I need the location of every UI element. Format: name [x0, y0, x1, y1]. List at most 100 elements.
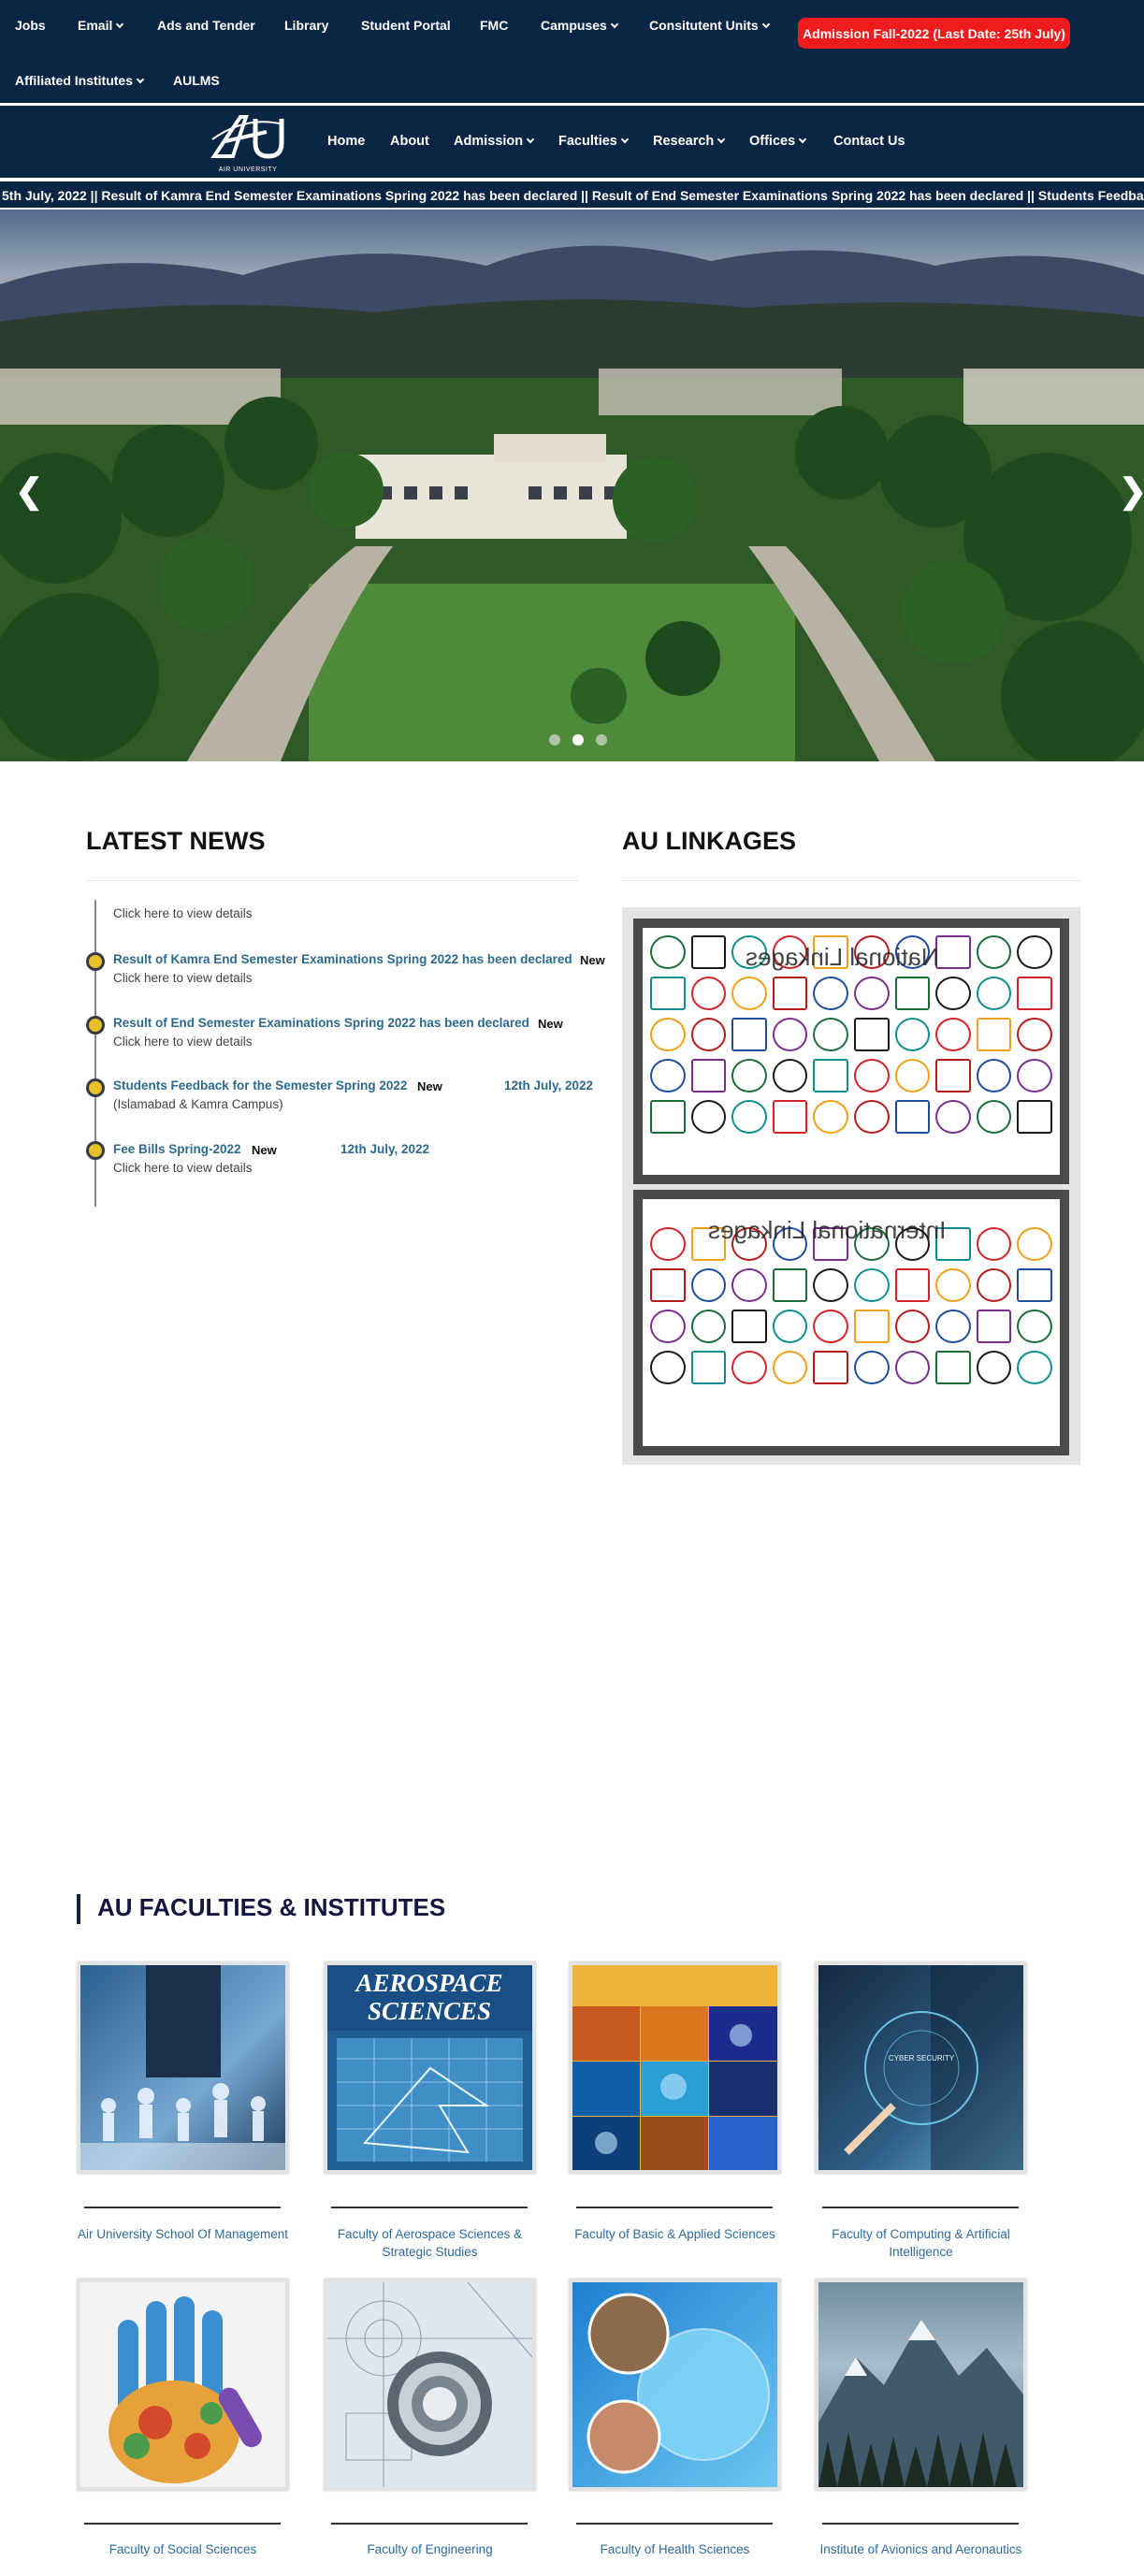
partner-logo: [853, 1351, 890, 1384]
partner-logo: [935, 1059, 971, 1093]
mainnav-offices[interactable]: Offices: [749, 134, 807, 149]
nav-library[interactable]: Library: [284, 18, 328, 33]
news-item-date: 12th July, 2022: [340, 1142, 430, 1156]
partner-logo: [772, 1268, 808, 1302]
painted-hand-image: [109, 2296, 262, 2483]
partner-logo: [1017, 1100, 1052, 1134]
partner-logo: [650, 1227, 686, 1261]
partner-logo: [690, 977, 727, 1010]
mainnav-about[interactable]: About: [390, 134, 429, 149]
faculty-label[interactable]: Faculty of Aerospace Sciences & Strategi…: [324, 2225, 536, 2261]
news-item-title[interactable]: Result of End Semester Examinations Spri…: [113, 1016, 529, 1030]
carousel-dot-3[interactable]: [596, 734, 607, 745]
admission-fall-2022-button[interactable]: Admission Fall-2022 (Last Date: 25th Jul…: [798, 18, 1070, 49]
ticker-text[interactable]: 5th July, 2022 || Result of Kamra End Se…: [2, 188, 1144, 203]
news-item-sub[interactable]: Click here to view details: [113, 1035, 253, 1049]
faculty-card-image-health[interactable]: [569, 2279, 781, 2491]
partner-logo: [976, 1227, 1012, 1261]
partner-logo: [690, 1268, 727, 1302]
faculty-label[interactable]: Institute of Avionics and Aeronautics: [815, 2540, 1027, 2558]
partner-logo: [731, 977, 767, 1010]
svg-text:SCIENCES: SCIENCES: [368, 1997, 491, 2025]
faculty-label[interactable]: Air University School Of Management: [77, 2225, 289, 2243]
partner-logos-grid: [650, 1227, 1052, 1384]
partner-logo: [935, 1268, 971, 1302]
svg-text:CYBER SECURITY: CYBER SECURITY: [889, 2054, 955, 2062]
nav-student-portal[interactable]: Student Portal: [361, 18, 451, 33]
faculty-card-image-aerospace[interactable]: AEROSPACE SCIENCES: [324, 1961, 536, 2174]
national-linkages-image[interactable]: National Linkages: [633, 919, 1069, 1184]
mainnav-admission[interactable]: Admission: [454, 134, 535, 149]
carousel-next-arrow[interactable]: ❯: [1119, 471, 1144, 511]
nav-consitutent-units[interactable]: Consitutent Units: [649, 18, 770, 33]
partner-logo: [976, 1018, 1012, 1051]
partner-logo: [731, 1268, 767, 1302]
partner-logo: [935, 935, 971, 969]
card-divider: [822, 2207, 1019, 2208]
partner-logo: [650, 1268, 686, 1302]
partner-logo: [1017, 1268, 1052, 1302]
partner-logo: [976, 1268, 1012, 1302]
partner-logo: [690, 1059, 727, 1093]
mainnav-home[interactable]: Home: [327, 134, 365, 149]
mainnav-research[interactable]: Research: [653, 134, 726, 149]
partner-logo: [1017, 1310, 1052, 1343]
partner-logo: [772, 977, 808, 1010]
news-item-sub[interactable]: Click here to view details: [113, 1161, 253, 1175]
partner-logo: [853, 1059, 890, 1093]
faculty-label[interactable]: Faculty of Basic & Applied Sciences: [569, 2225, 781, 2243]
nav-ads-and-tender[interactable]: Ads and Tender: [157, 18, 255, 33]
nav-affiliated-institutes[interactable]: Affiliated Institutes: [15, 73, 145, 88]
nav-fmc[interactable]: FMC: [480, 18, 508, 33]
mainnav-contact-us[interactable]: Contact Us: [833, 134, 905, 149]
carousel-dot-1[interactable]: [549, 734, 560, 745]
faculty-label[interactable]: Faculty of Engineering: [324, 2540, 536, 2558]
mainnav-faculties[interactable]: Faculties: [558, 134, 630, 149]
news-item-title[interactable]: Fee Bills Spring-2022: [113, 1142, 241, 1156]
faculty-card-image-social[interactable]: [77, 2279, 289, 2491]
news-item-title[interactable]: Students Feedback for the Semester Sprin…: [113, 1078, 407, 1093]
logo-emblem-icon: [210, 115, 284, 159]
news-item-title[interactable]: Result of Kamra End Semester Examination…: [113, 952, 572, 966]
faculty-card-image-avionics[interactable]: [815, 2279, 1027, 2491]
latest-news-heading: LATEST NEWS: [86, 827, 266, 855]
carousel-dot-2[interactable]: [572, 734, 584, 745]
partner-logo: [935, 1351, 971, 1384]
chevron-down-icon: [136, 75, 145, 84]
news-item-sub[interactable]: Click here to view details: [113, 971, 253, 985]
partner-logo: [1017, 1018, 1052, 1051]
faculty-card-image-engineering[interactable]: [324, 2279, 536, 2491]
partner-logo: [935, 1100, 971, 1134]
partner-logo: [813, 1268, 848, 1302]
news-top-sub[interactable]: Click here to view details: [113, 906, 253, 920]
faculty-card-image-basic-applied[interactable]: [569, 1961, 781, 2174]
svg-text:AEROSPACE: AEROSPACE: [354, 1969, 502, 1997]
carousel-prev-arrow[interactable]: ❮: [15, 471, 43, 511]
faculty-label[interactable]: Faculty of Health Sciences: [569, 2540, 781, 2558]
partner-logo: [650, 977, 686, 1010]
air-university-logo[interactable]: AIR UNIVERSITY: [209, 111, 287, 173]
nav-aulms[interactable]: AULMS: [173, 73, 220, 88]
business-people-image: [80, 1965, 285, 2170]
bearing-drawing-image: [327, 2282, 532, 2487]
campus-aerial-image: [0, 245, 1144, 761]
faculty-label[interactable]: Faculty of Computing & Artificial Intell…: [815, 2225, 1027, 2261]
faculty-label[interactable]: Faculty of Social Sciences: [77, 2540, 289, 2558]
news-new-badge: New: [538, 1017, 563, 1031]
nav-campuses[interactable]: Campuses: [541, 18, 619, 33]
card-divider: [822, 2523, 1019, 2525]
card-divider: [576, 2207, 773, 2208]
international-linkages-image[interactable]: International Linkages: [633, 1190, 1069, 1455]
news-bullet-icon: [86, 1078, 105, 1097]
nav-jobs[interactable]: Jobs: [15, 18, 46, 33]
partner-logo: [894, 1310, 931, 1343]
faculty-card-image-computing[interactable]: CYBER SECURITY: [815, 1961, 1027, 2174]
news-new-badge: New: [252, 1143, 277, 1157]
nav-email[interactable]: Email: [78, 18, 124, 33]
partner-logo: [690, 935, 727, 969]
partner-logo: [650, 1059, 686, 1093]
science-grid-image: [572, 1965, 777, 2170]
partner-logo: [976, 977, 1012, 1010]
partner-logo: [894, 1018, 931, 1051]
faculty-card-image-management[interactable]: [77, 1961, 289, 2174]
